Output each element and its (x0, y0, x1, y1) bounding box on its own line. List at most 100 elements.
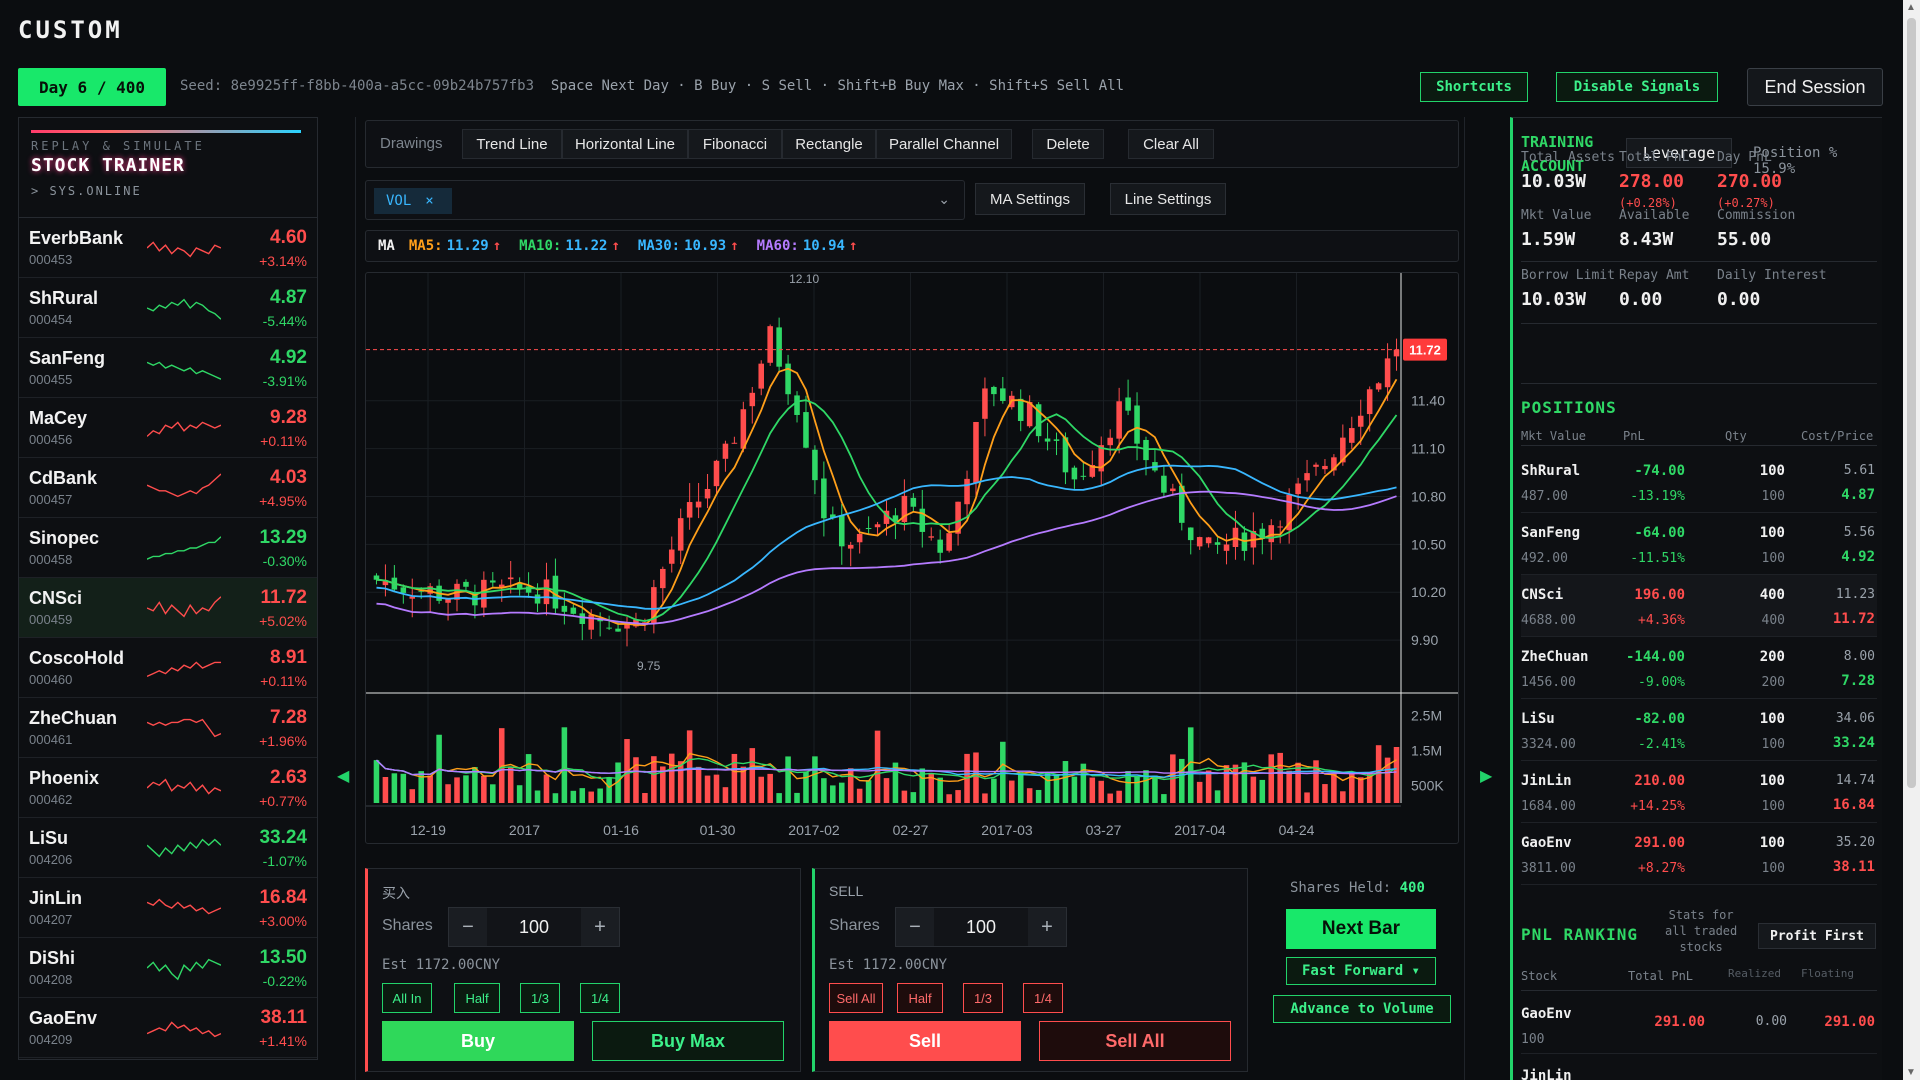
stock-list-item[interactable]: CdBank 000457 4.03 +4.95% (19, 458, 317, 518)
stock-list-item[interactable]: ShRural 000454 4.87 -5.44% (19, 278, 317, 338)
position-row[interactable]: CNSci 4688.00 196.00 +4.36% 400 400 11.23 11.72 (1521, 575, 1877, 637)
account-stat: Daily Interest 0.00 (1717, 268, 1827, 310)
high-price-label: 12.10 (789, 273, 819, 286)
shortcuts-button[interactable]: Shortcuts (1420, 72, 1528, 102)
chevron-down-icon[interactable]: ⌄ (938, 191, 950, 208)
volume-bar (847, 768, 854, 803)
buy-third-button[interactable]: 1/3 (520, 983, 560, 1013)
scrollbar-thumb[interactable] (1907, 18, 1916, 788)
buy-shares-input[interactable]: 100 (487, 908, 581, 946)
buy-panel: 买入 Shares − 100 + Est 1172.00CNY All In … (365, 868, 801, 1072)
horizontal-line-button[interactable]: Horizontal Line (562, 129, 688, 159)
trend-line-button[interactable]: Trend Line (462, 129, 562, 159)
ranking-row[interactable]: JinLin (1521, 1054, 1877, 1080)
sell-decrement-button[interactable]: − (896, 908, 934, 946)
scroll-down-icon[interactable]: ▼ (1906, 1067, 1916, 1078)
scroll-up-icon[interactable]: ▲ (1906, 2, 1916, 13)
position-row[interactable]: SanFeng 492.00 -64.00 -11.51% 100 100 5.56 4.92 (1521, 513, 1877, 575)
time-tick-label: 2017-04 (1174, 822, 1226, 838)
buy-all-in-button[interactable]: All In (382, 983, 432, 1013)
stock-list-item[interactable]: DiShi 004208 13.50 -0.22% (19, 938, 317, 998)
clear-all-drawings-button[interactable]: Clear All (1128, 129, 1214, 159)
volume-bar (1357, 777, 1364, 803)
sell-button[interactable]: Sell (829, 1021, 1021, 1061)
page-scrollbar[interactable]: ▲ ▼ (1903, 0, 1920, 1080)
candle-body (1357, 415, 1364, 427)
volume-bar (973, 752, 979, 803)
next-bar-button[interactable]: Next Bar (1286, 909, 1436, 949)
delete-drawing-button[interactable]: Delete (1032, 129, 1104, 159)
stock-list-item[interactable]: LiSu 004206 33.24 -1.07% (19, 818, 317, 878)
candle-body (588, 614, 594, 630)
end-session-button[interactable]: End Session (1747, 68, 1883, 106)
sell-increment-button[interactable]: + (1028, 908, 1066, 946)
stock-name: JinLin (29, 888, 82, 908)
stock-list-item[interactable]: CNSci 000459 11.72 +5.02% (19, 578, 317, 638)
candle-body (973, 422, 979, 484)
account-stat: Available 8.43W (1619, 208, 1689, 250)
account-panel: TRAINING ACCOUNT Leverage Position % 15.… (1510, 117, 1882, 1080)
candlestick-chart[interactable]: 11.72 11.40 11.10 10.80 10.50 10.20 9.90 2.5M 1.… (365, 272, 1459, 844)
position-row[interactable]: ShRural 487.00 -74.00 -13.19% 100 100 5.61 4.87 (1521, 451, 1877, 513)
volume-tick-label: 500K (1411, 778, 1444, 794)
indicator-select[interactable]: VOL × ⌄ (365, 180, 965, 220)
scroll-left-arrow-icon[interactable]: ◀ (337, 766, 349, 786)
fast-forward-dropdown[interactable]: Fast Forward ▾ (1286, 957, 1436, 985)
sell-half-button[interactable]: Half (897, 983, 943, 1013)
candle-body (579, 613, 586, 624)
buy-quarter-button[interactable]: 1/4 (580, 983, 620, 1013)
stock-list-item[interactable]: GaoEnv 004209 38.11 +1.41% (19, 998, 317, 1058)
buy-half-button[interactable]: Half (454, 983, 500, 1013)
sparkline-line (147, 361, 221, 380)
buy-button[interactable]: Buy (382, 1021, 574, 1061)
profit-first-sort-button[interactable]: Profit First (1758, 923, 1876, 949)
volume-bar (561, 727, 568, 803)
volume-bar (1250, 776, 1257, 803)
candle-body (481, 579, 487, 608)
ma-settings-button[interactable]: MA Settings (975, 183, 1085, 215)
price-tick-label: 11.40 (1411, 393, 1445, 409)
candle-body (400, 587, 407, 593)
scroll-right-arrow-icon[interactable]: ▶ (1480, 766, 1492, 786)
position-row[interactable]: GaoEnv 3811.00 291.00 +8.27% 100 100 35.20 38.1… (1521, 823, 1877, 885)
sell-shares-input[interactable]: 100 (934, 908, 1028, 946)
buy-decrement-button[interactable]: − (449, 908, 487, 946)
price-volume-chart-svg[interactable]: 11.72 11.40 11.10 10.80 10.50 10.20 9.90 2.5M 1.… (366, 273, 1459, 844)
position-row[interactable]: LiSu 3324.00 -82.00 -2.41% 100 100 34.06 33.24 (1521, 699, 1877, 761)
parallel-channel-button[interactable]: Parallel Channel (876, 129, 1012, 159)
stock-list-item[interactable]: JinLin 004207 16.84 +3.00% (19, 878, 317, 938)
sell-third-button[interactable]: 1/3 (963, 983, 1003, 1013)
candle-body (1116, 401, 1122, 439)
price-tick-label: 10.80 (1411, 488, 1446, 504)
line-settings-button[interactable]: Line Settings (1110, 183, 1226, 215)
fibonacci-button[interactable]: Fibonacci (688, 129, 782, 159)
stock-list-item[interactable]: SanFeng 000455 4.92 -3.91% (19, 338, 317, 398)
stock-list-item[interactable]: Sinopec 000458 13.29 -0.30% (19, 518, 317, 578)
stock-list-item[interactable]: EverbBank 000453 4.60 +3.14% (19, 218, 317, 278)
buy-increment-button[interactable]: + (581, 908, 619, 946)
sell-all-quick-button[interactable]: Sell All (829, 983, 883, 1013)
rectangle-button[interactable]: Rectangle (782, 129, 876, 159)
position-row[interactable]: JinLin 1684.00 210.00 +14.25% 100 100 14.74 16.… (1521, 761, 1877, 823)
stock-name: LiSu (29, 828, 68, 848)
sell-quarter-button[interactable]: 1/4 (1023, 983, 1063, 1013)
volume-bar (543, 774, 550, 803)
advance-to-volume-button[interactable]: Advance to Volume (1273, 995, 1451, 1023)
ma-legend: MA MA5: 11.29 ↑ MA10: 11.22 ↑ MA30: 10.93 ↑ MA60:… (365, 230, 1459, 262)
position-name: LiSu (1521, 711, 1555, 727)
ranking-row[interactable]: GaoEnv 100 291.00 0.00 291.00 (1521, 992, 1877, 1054)
candle-body (964, 478, 970, 505)
stat-value: 10.03W (1521, 171, 1587, 192)
stock-list-item[interactable]: Phoenix 000462 2.63 +0.77% (19, 758, 317, 818)
candle-body (749, 392, 756, 407)
position-row[interactable]: ZheChuan 1456.00 -144.00 -9.00% 200 200 8.00 7.… (1521, 637, 1877, 699)
position-price: 11.72 (1832, 611, 1875, 627)
stock-list-item[interactable]: ZheChuan 000461 7.28 +1.96% (19, 698, 317, 758)
stock-list-item[interactable]: MaCey 000456 9.28 +0.11% (19, 398, 317, 458)
sell-all-button[interactable]: Sell All (1039, 1021, 1231, 1061)
stock-list-item[interactable]: CoscoHold 000460 8.91 +0.11% (19, 638, 317, 698)
disable-signals-button[interactable]: Disable Signals (1556, 72, 1718, 102)
position-name: SanFeng (1521, 525, 1581, 541)
close-icon[interactable]: × (425, 193, 433, 209)
buy-max-button[interactable]: Buy Max (592, 1021, 784, 1061)
